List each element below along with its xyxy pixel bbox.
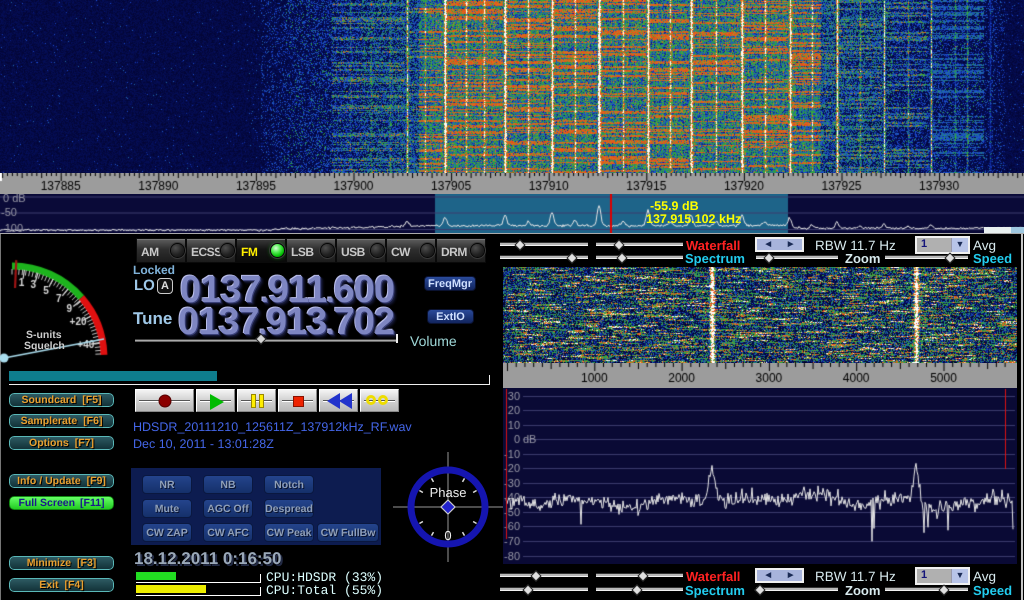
svg-text:0: 0 [444,528,451,543]
svg-text:Phase: Phase [430,485,467,500]
